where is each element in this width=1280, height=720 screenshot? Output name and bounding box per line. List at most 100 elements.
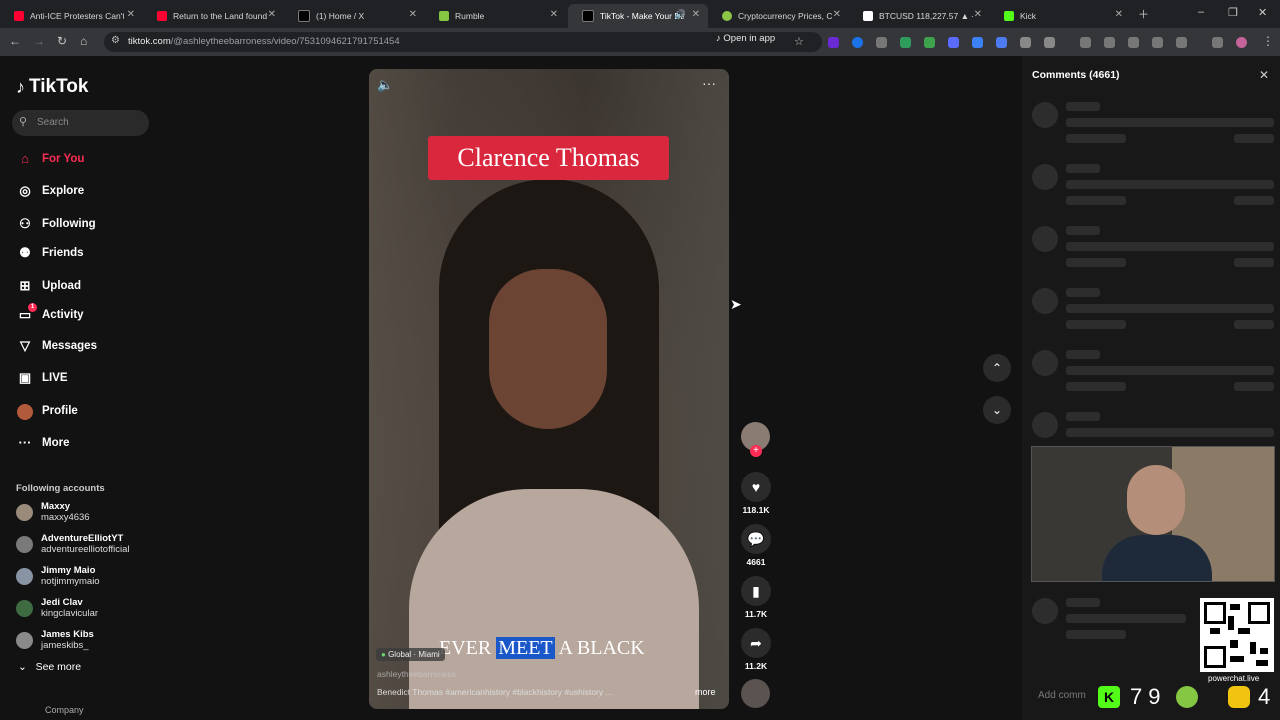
browser-tab[interactable]: Rumble ✕ <box>425 4 566 28</box>
description-more-button[interactable]: more <box>695 687 716 697</box>
nav-upload[interactable]: ⊞ Upload <box>16 278 81 294</box>
comment-icon: 💬 <box>747 530 765 547</box>
site-info-icon[interactable]: ⚙ <box>111 35 120 46</box>
comment-button[interactable]: 💬 4661 <box>740 524 772 567</box>
puzzle-extensions-icon[interactable] <box>1044 37 1055 48</box>
save-button[interactable]: ▮ 11.7K <box>740 576 772 619</box>
following-account[interactable]: Jimmy Maio notjimmymaio <box>16 565 100 587</box>
avatar <box>16 631 33 649</box>
music-disc-avatar[interactable] <box>741 679 770 708</box>
close-tab-icon[interactable]: ✕ <box>974 9 982 20</box>
extension-icon[interactable] <box>900 37 911 48</box>
minimize-icon[interactable]: – <box>1198 6 1204 18</box>
browser-toolbar: ← → ↻ ⌂ ⚙ tiktok.com/@ashleytheebarrones… <box>0 28 1280 56</box>
activity-icon: ▭ 1 <box>16 303 37 323</box>
address-bar[interactable]: ⚙ tiktok.com/@ashleytheebarroness/video/… <box>104 32 822 52</box>
extension-icon[interactable] <box>1020 37 1031 48</box>
activity-badge: 1 <box>28 303 37 312</box>
following-account[interactable]: AdventureElliotYT adventureelliotofficial <box>16 533 130 555</box>
extension-icon[interactable] <box>948 37 959 48</box>
following-account[interactable]: James Kibs jameskibs_ <box>16 629 94 651</box>
video-player[interactable]: 🔈 ··· Clarence Thomas EVER MEET A BLACK … <box>369 69 729 709</box>
browser-tab-active[interactable]: TikTok - Make Your Da 🔊 ✕ <box>568 4 708 28</box>
x-favicon-icon <box>298 10 310 22</box>
volume-icon[interactable]: 🔈 <box>377 77 393 93</box>
like-button[interactable]: ♥ 118.1K <box>740 472 772 515</box>
avatar <box>16 599 33 617</box>
menu-kebab-icon[interactable]: ⋮ <box>1262 34 1274 48</box>
browser-tab[interactable]: Return to the Land founde ✕ <box>143 4 284 28</box>
profile-icon <box>16 403 34 420</box>
devtools-icon[interactable] <box>1128 37 1139 48</box>
nav-for-you[interactable]: ⌂ For You <box>16 151 84 166</box>
extension-icon[interactable] <box>852 37 863 48</box>
forward-icon[interactable]: → <box>33 34 45 48</box>
close-tab-icon[interactable]: ✕ <box>833 9 841 20</box>
close-tab-icon[interactable]: ✕ <box>409 9 417 20</box>
speaker-icon[interactable]: 🔊 <box>675 9 686 20</box>
next-video-button[interactable]: ⌄ <box>983 396 1011 424</box>
toolbar-icon[interactable] <box>1176 37 1187 48</box>
nav-explore[interactable]: ◎ Explore <box>16 183 84 199</box>
extension-icon[interactable] <box>876 37 887 48</box>
open-in-app-button[interactable]: ♪ Open in app <box>716 33 775 44</box>
history-icon[interactable] <box>1080 37 1091 48</box>
add-comment-input[interactable]: Add comm <box>1038 690 1086 701</box>
close-tab-icon[interactable]: ✕ <box>550 9 558 20</box>
browser-tab-strip: Anti-ICE Protesters Can't H ✕ Return to … <box>0 0 1280 28</box>
comments-title: Comments (4661) <box>1032 69 1120 81</box>
browser-tab[interactable]: (1) Home / X ✕ <box>284 4 425 28</box>
nav-profile[interactable]: Profile <box>16 403 78 420</box>
reload-icon[interactable]: ↻ <box>57 34 67 48</box>
browser-tab[interactable]: Cryptocurrency Prices, Ch ✕ <box>708 4 849 28</box>
location-pin-icon: ● <box>381 650 386 659</box>
avatar <box>16 503 33 521</box>
video-author[interactable]: ashleytheebarroness <box>377 669 456 679</box>
search-input[interactable]: ⚲ Search <box>12 110 149 136</box>
tiktok-favicon-icon <box>582 10 594 22</box>
following-account[interactable]: Jedi Clav kingclavicular <box>16 597 98 619</box>
close-tab-icon[interactable]: ✕ <box>127 9 135 20</box>
browser-tab[interactable]: BTCUSD 118,227.57 ▲ +0. ✕ <box>849 4 990 28</box>
maximize-icon[interactable]: ❐ <box>1228 6 1238 19</box>
nav-friends[interactable]: ⚉ Friends <box>16 245 83 261</box>
extension-icon[interactable] <box>996 37 1007 48</box>
close-comments-icon[interactable]: ✕ <box>1259 68 1269 82</box>
media-icon[interactable] <box>1212 37 1223 48</box>
close-tab-icon[interactable]: ✕ <box>692 9 700 20</box>
following-account[interactable]: Maxxy maxxy4636 <box>16 501 90 523</box>
browser-tab[interactable]: Anti-ICE Protesters Can't H ✕ <box>0 4 143 28</box>
tiktok-logo-icon: ♪ <box>16 76 25 97</box>
toolbar-icon[interactable] <box>1104 37 1115 48</box>
browser-tab[interactable]: Kick ✕ <box>990 4 1131 28</box>
close-tab-icon[interactable]: ✕ <box>268 9 276 20</box>
bookmark-star-icon[interactable]: ☆ <box>794 35 804 48</box>
video-more-options-icon[interactable]: ··· <box>702 75 716 91</box>
streamer-webcam-overlay <box>1031 446 1275 582</box>
follow-plus-icon[interactable]: + <box>750 445 762 457</box>
profile-avatar-icon[interactable] <box>1236 37 1247 48</box>
rumble-favicon-icon <box>439 11 449 21</box>
see-more-button[interactable]: ⌄ See more <box>18 661 81 673</box>
back-icon[interactable]: ← <box>9 34 21 48</box>
tiktok-logo[interactable]: ♪ TikTok <box>16 76 88 98</box>
location-tag[interactable]: ● Global · Miami <box>376 648 445 661</box>
extension-icon[interactable] <box>828 37 839 48</box>
new-tab-icon[interactable]: ＋ <box>1138 6 1149 22</box>
nav-activity[interactable]: ▭ 1 Activity <box>16 303 84 323</box>
share-button[interactable]: ➦ 11.2K <box>740 628 772 671</box>
company-link[interactable]: Company <box>45 705 84 715</box>
home-icon[interactable]: ⌂ <box>80 34 87 48</box>
extension-icon[interactable] <box>972 37 983 48</box>
youtube-favicon-icon <box>14 11 24 21</box>
close-window-icon[interactable]: ✕ <box>1258 6 1267 19</box>
nav-following[interactable]: ⚇ Following <box>16 216 95 232</box>
powerchat-label: powerchat.live <box>1208 674 1260 683</box>
previous-video-button[interactable]: ⌃ <box>983 354 1011 382</box>
close-tab-icon[interactable]: ✕ <box>1115 9 1123 20</box>
nav-more[interactable]: ··· More <box>16 435 70 450</box>
nav-messages[interactable]: ▽ Messages <box>16 338 97 354</box>
extension-icon[interactable] <box>924 37 935 48</box>
nav-live[interactable]: ▣ LIVE <box>16 370 68 386</box>
sidepanel-icon[interactable] <box>1152 37 1163 48</box>
